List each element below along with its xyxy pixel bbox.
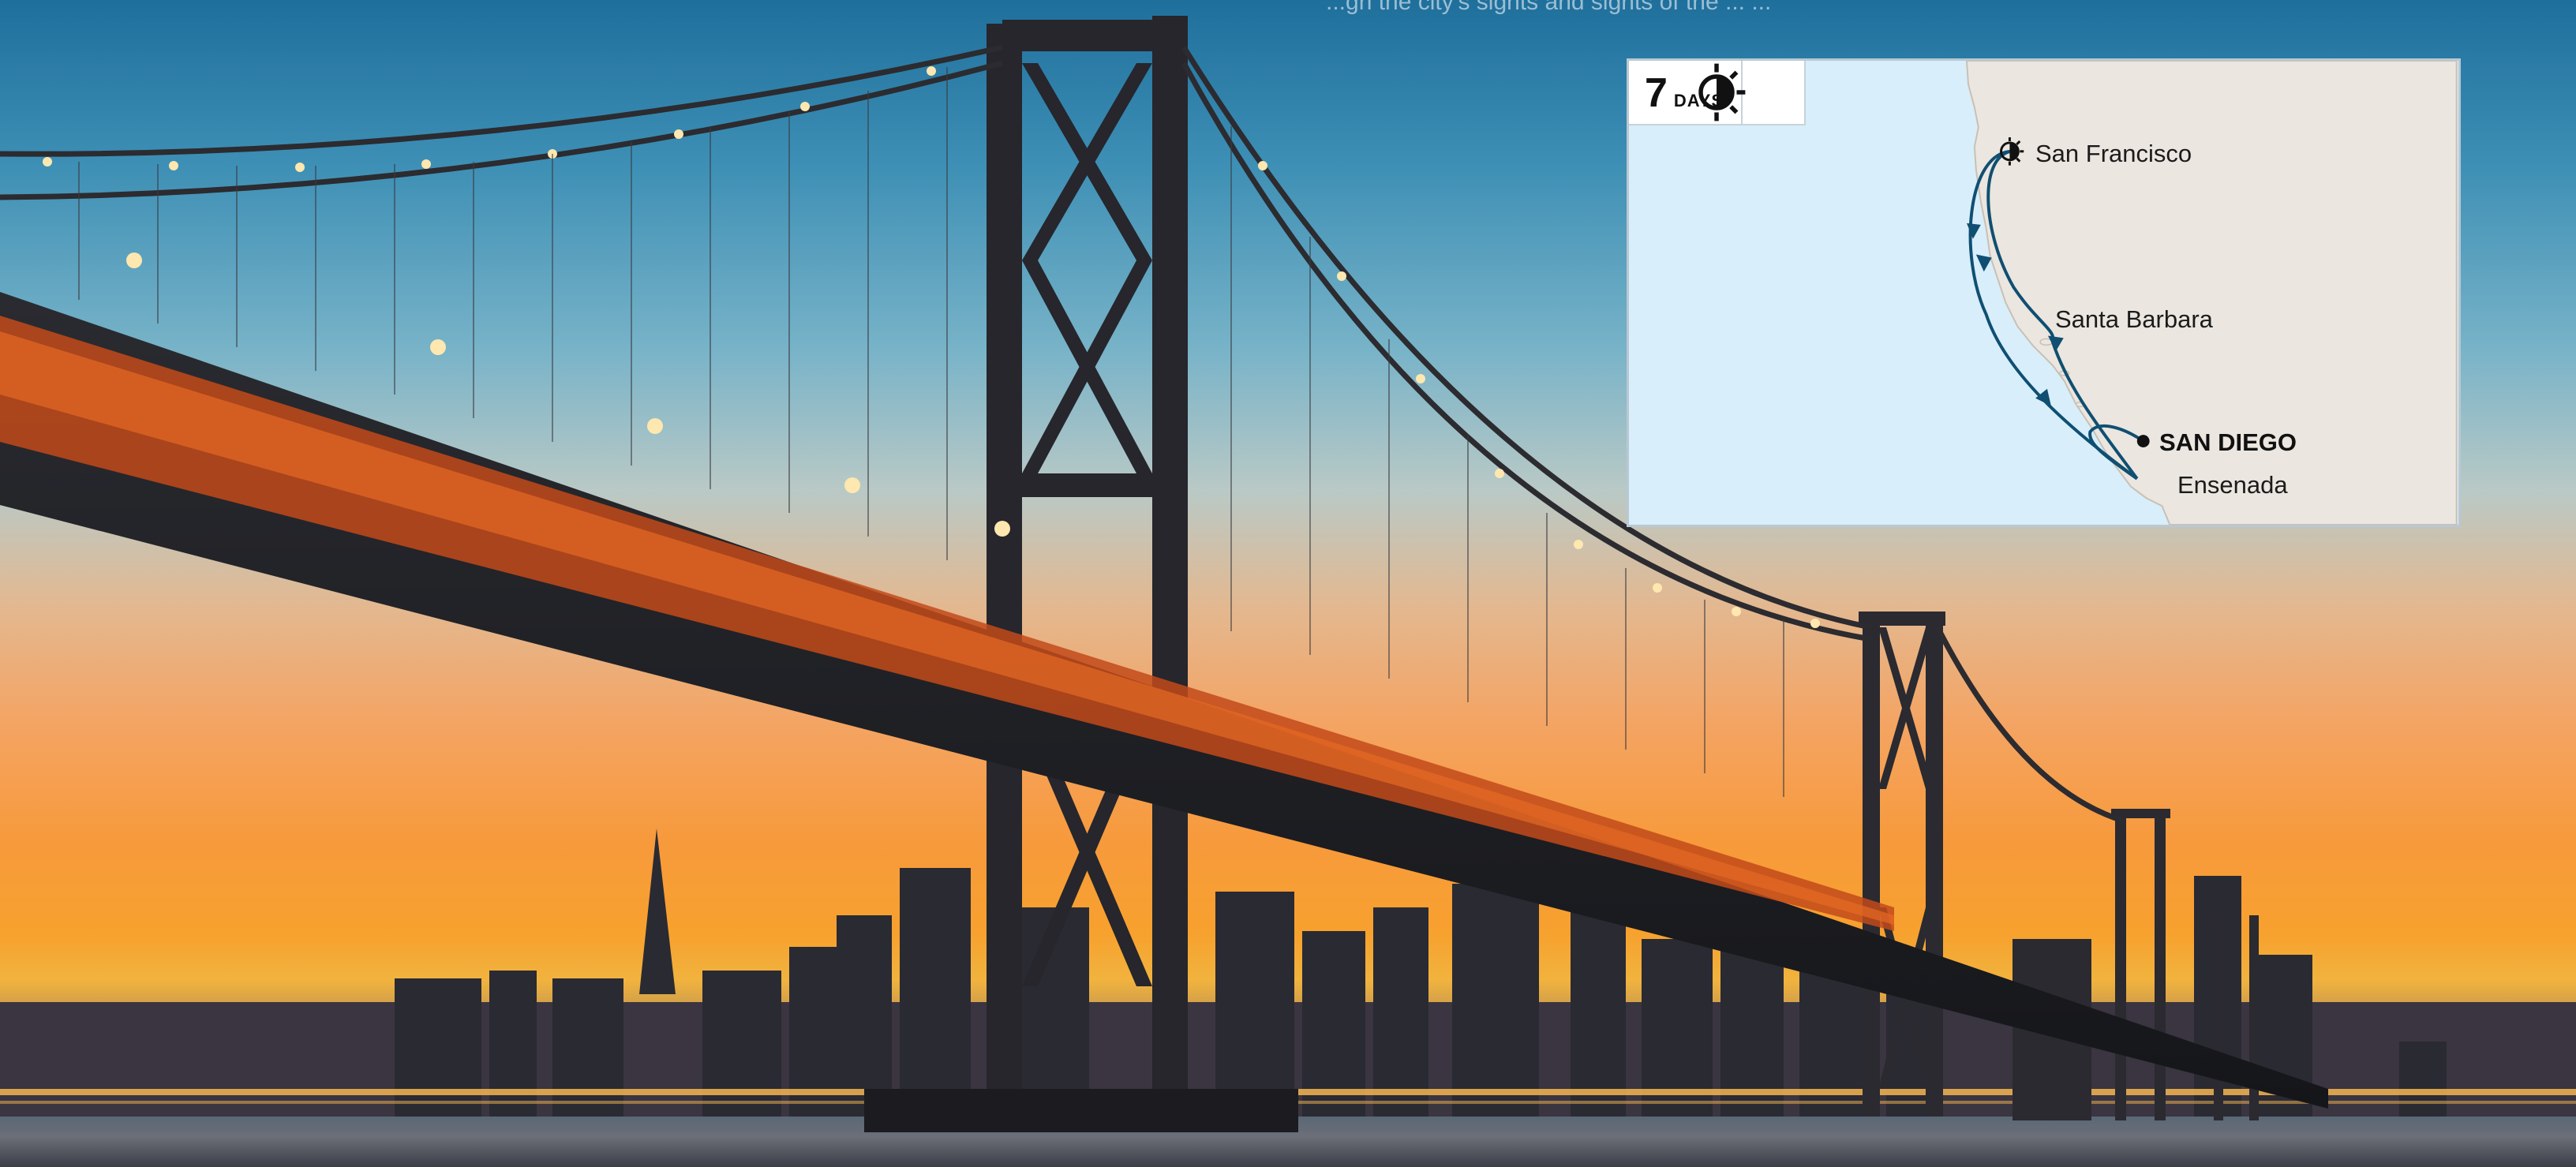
port-label-santa-barbara: Santa Barbara <box>2055 305 2213 333</box>
port-label-san-francisco: San Francisco <box>2035 140 2192 167</box>
route-map <box>1966 61 2458 525</box>
port-label-ensenada: Ensenada <box>2177 471 2288 499</box>
port-label-san-diego: SAN DIEGO <box>2159 428 2297 456</box>
hero-scene: ...gh the city's sights and sights of th… <box>0 0 2576 1167</box>
san-diego-marker <box>2136 435 2150 447</box>
itinerary-map[interactable]: 7 DAYS San Francisco Santa Barbara SAN D… <box>1627 58 2461 527</box>
partial-caption-text: ...gh the city's sights and sights of th… <box>1326 0 1772 15</box>
duration-badge: 7 DAYS <box>1629 61 1807 125</box>
city-skyline <box>0 828 2576 1120</box>
day-night-icon <box>1698 61 1804 124</box>
